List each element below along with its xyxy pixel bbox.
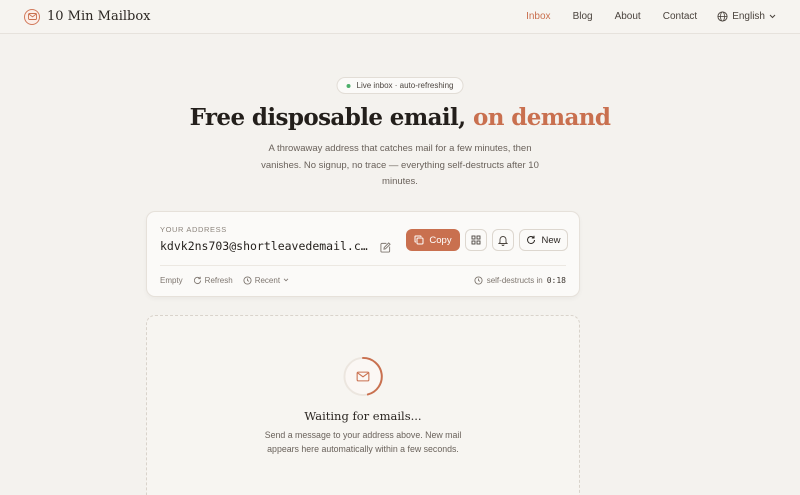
copy-icon [414, 235, 424, 245]
page-subtitle: A throwaway address that catches mail fo… [261, 143, 539, 187]
top-nav: 10 Min Mailbox Inbox Blog About Contact … [0, 0, 800, 34]
inbox-status-text: Empty [160, 275, 183, 285]
brand-name: 10 Min Mailbox [47, 9, 151, 24]
language-selector[interactable]: English [717, 11, 776, 22]
copy-button[interactable]: Copy [406, 229, 460, 251]
refresh-icon [527, 235, 536, 244]
timer-value: 0:18 [546, 275, 566, 285]
pencil-icon [380, 242, 391, 253]
sort-label: Recent [254, 275, 281, 285]
refresh-label: Refresh [204, 275, 233, 285]
live-dot-icon [346, 83, 351, 88]
empty-state-message: Send a message to your address above. Ne… [264, 430, 462, 454]
nav-link-inbox[interactable]: Inbox [526, 11, 550, 22]
self-destruct-timer: self-destructs in 0:18 [474, 276, 566, 285]
title-main: Free disposable email, [189, 104, 467, 131]
new-label: New [541, 234, 561, 246]
address-label: YOUR ADDRESS [160, 225, 227, 234]
clock-icon [474, 275, 483, 285]
new-address-button[interactable]: New [519, 229, 568, 251]
nav-link-about[interactable]: About [615, 11, 641, 22]
inbox-status: Empty [160, 276, 183, 285]
timer-label: self-destructs in [486, 275, 543, 285]
refresh-icon [193, 276, 201, 284]
copy-label: Copy [429, 234, 452, 246]
loading-spinner [343, 356, 384, 397]
mail-logo-icon [24, 8, 40, 25]
chevron-down-icon [283, 278, 289, 282]
inbox-panel: Waiting for emails... Send a message to … [146, 315, 580, 495]
clock-icon [243, 275, 252, 285]
edit-address-button[interactable] [380, 240, 391, 258]
brand[interactable]: 10 Min Mailbox [24, 8, 151, 25]
language-label: English [732, 11, 765, 22]
notifications-button[interactable] [492, 229, 514, 251]
qr-code-button[interactable] [465, 229, 487, 251]
email-address[interactable]: kdvk2ns703@shortleavedemail.com [160, 239, 370, 253]
sort-dropdown[interactable]: Recent [243, 276, 289, 285]
chevron-down-icon [769, 14, 776, 19]
live-status-pill: Live inbox · auto-refreshing [336, 77, 464, 94]
refresh-button[interactable]: Refresh [193, 276, 233, 285]
globe-icon [717, 11, 728, 22]
nav-link-blog[interactable]: Blog [573, 11, 593, 22]
page-title: Free disposable email, on demand [0, 104, 800, 131]
bell-icon [498, 235, 508, 246]
empty-state-title: Waiting for emails... [304, 409, 422, 423]
qr-code-icon [471, 235, 481, 245]
nav-links: Inbox Blog About Contact English [504, 11, 776, 22]
live-status-text: Live inbox · auto-refreshing [356, 81, 454, 90]
card-footer: Empty Refresh Recent self-destructs in 0… [160, 274, 566, 286]
address-card: YOUR ADDRESS kdvk2ns703@shortleavedemail… [146, 211, 580, 297]
title-accent: on demand [472, 104, 611, 131]
nav-link-contact[interactable]: Contact [663, 11, 697, 22]
card-divider [160, 265, 566, 266]
